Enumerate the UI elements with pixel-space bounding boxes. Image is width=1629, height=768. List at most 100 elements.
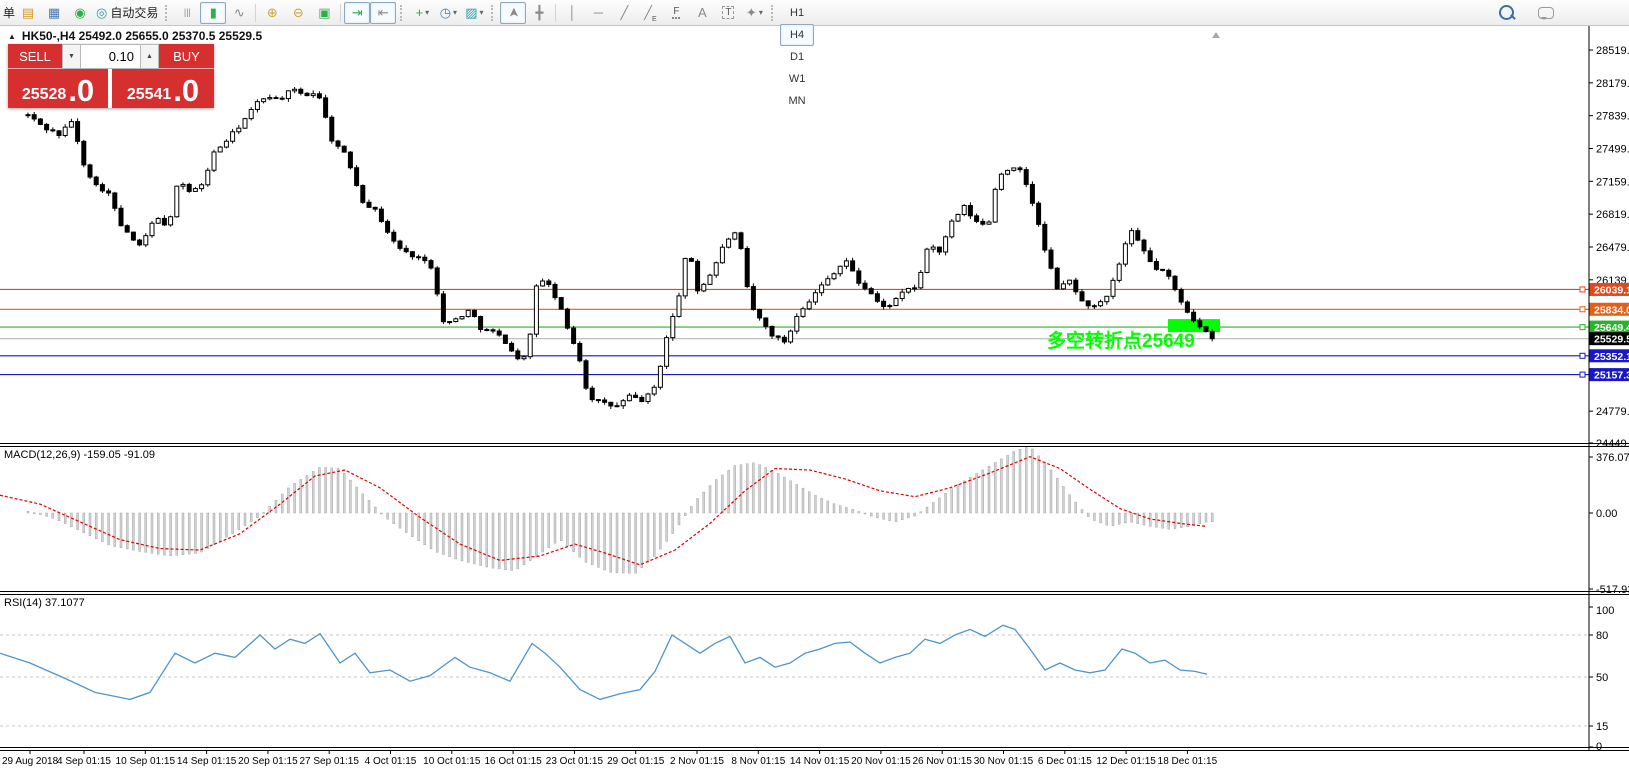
macd-tick-label: 376.07 [1596, 452, 1629, 464]
annotation-text[interactable]: 多空转折点25649 [1047, 329, 1195, 352]
cursor-icon: ➤ [507, 7, 520, 18]
time-tick-label: 26 Nov 01:15 [912, 756, 972, 767]
line-handle[interactable] [1580, 287, 1585, 292]
auto-scroll-button[interactable]: ⇥ [344, 2, 370, 24]
new-chart-button[interactable]: ▦ [41, 2, 67, 24]
text-button[interactable]: A [689, 2, 715, 24]
timeframe-D1[interactable]: D1 [780, 46, 813, 68]
volume-increase-button[interactable]: ▲ [140, 44, 159, 69]
indicators-button[interactable]: +▾ [409, 2, 435, 24]
rsi-line [0, 625, 1207, 699]
chart-shift-button[interactable]: ⇤ [370, 2, 396, 24]
channel-button[interactable]: ╱E [637, 2, 663, 24]
chat-button[interactable] [1533, 2, 1559, 24]
fibonacci-icon: F [672, 6, 680, 19]
timeframe-MN[interactable]: MN [780, 90, 813, 112]
one-click-trading-panel: SELL ▼ ▲ BUY 25528 .0 25541 .0 [8, 44, 214, 108]
vertical-line-button[interactable]: │ [559, 2, 585, 24]
timeframe-H4[interactable]: H4 [780, 24, 813, 46]
time-axis[interactable]: 29 Aug 20184 Sep 01:1510 Sep 01:1514 Sep… [2, 751, 1218, 768]
tile-windows-icon: ▣ [318, 6, 330, 19]
time-tick-label: 4 Sep 01:15 [57, 756, 111, 767]
sell-button[interactable]: SELL [8, 44, 62, 69]
price-tick-label: 27499.0 [1596, 143, 1629, 155]
time-tick-label: 27 Sep 01:15 [299, 756, 359, 767]
buy-price-button[interactable]: 25541 .0 [112, 69, 214, 108]
fibonacci-button[interactable]: F [663, 2, 689, 24]
sell-price-button[interactable]: 25528 .0 [8, 69, 108, 108]
chat-icon [1538, 7, 1554, 19]
rsi-tick-label: 100 [1596, 605, 1614, 617]
line-handle[interactable] [1580, 353, 1585, 358]
buy-price-main: 25541 [127, 85, 172, 105]
sell-price-main: 25528 [22, 85, 67, 105]
timeframe-W1[interactable]: W1 [780, 68, 813, 90]
line-handle[interactable] [1580, 325, 1585, 330]
horizontal-line-button[interactable]: ─ [585, 2, 611, 24]
line-handle[interactable] [1580, 372, 1585, 377]
volume-input[interactable] [81, 44, 140, 69]
periods-button[interactable]: ◷▾ [435, 2, 461, 24]
price-tick-label: 28519.0 [1596, 45, 1629, 57]
arrows-icon: ✦ [746, 6, 757, 19]
price-tick-label: 28179.0 [1596, 78, 1629, 90]
rsi-tick-label: 50 [1596, 672, 1608, 684]
symbol-collapse-icon[interactable]: ▲ [8, 32, 16, 41]
tile-windows-button[interactable]: ▣ [311, 2, 337, 24]
price-label-text: 25157.3 [1594, 370, 1629, 382]
zoom-in-button[interactable]: ⊕ [259, 2, 285, 24]
zoom-in-icon: ⊕ [267, 6, 278, 19]
buy-price-pip: .0 [173, 77, 199, 105]
text-label-icon: T [722, 6, 734, 19]
search-button[interactable] [1493, 2, 1519, 24]
chart-shift-icon: ⇤ [378, 6, 389, 19]
indicators-icon: + [416, 6, 424, 19]
chevron-down-icon: ▾ [453, 8, 457, 17]
text-label-button[interactable]: T [715, 2, 741, 24]
templates-button[interactable]: ▨▾ [461, 2, 487, 24]
crosshair-button[interactable]: ╋ [526, 2, 552, 24]
price-tick-label: 27159.0 [1596, 176, 1629, 188]
volume-decrease-button[interactable]: ▼ [62, 44, 81, 69]
line-chart-button[interactable]: ∿ [226, 2, 252, 24]
templates-icon: ▨ [465, 6, 477, 19]
bar-chart-button[interactable]: ||| [174, 2, 200, 24]
symbol-ohlc-text: HK50-,H4 25492.0 25655.0 25370.5 25529.5 [22, 29, 262, 43]
chevron-down-icon: ▾ [480, 8, 484, 17]
toolbar-right-icons [1493, 2, 1559, 24]
search-icon [1499, 5, 1514, 20]
time-tick-label: 10 Sep 01:15 [116, 756, 176, 767]
rsi-pane [0, 625, 1589, 726]
price-tick-label: 26819.0 [1596, 209, 1629, 221]
arrows-button[interactable]: ✦▾ [741, 2, 767, 24]
price-axis[interactable]: 28519.0 28179.0 27839.0 27499.0 27159.0 26819… [1589, 26, 1629, 753]
timeframe-H1[interactable]: H1 [780, 2, 813, 24]
timeframe-group: M1M5M15M30H1H4D1W1MN [780, 0, 813, 112]
cursor-button[interactable]: ➤ [500, 2, 526, 24]
chart-header: ▲ HK50-,H4 25492.0 25655.0 25370.5 25529… [8, 29, 262, 43]
toolbar-separator [340, 4, 341, 22]
candlestick-chart-button[interactable]: ▮ [200, 2, 226, 24]
time-tick-label: 20 Nov 01:15 [851, 756, 911, 767]
time-tick-label: 8 Nov 01:15 [731, 756, 785, 767]
new-order-button[interactable]: ▤ [15, 2, 41, 24]
trendline-button[interactable]: ╱ [611, 2, 637, 24]
trading-terminal-window: 多空转折点25649MACD(12,26,9) -159.05 -91.09RS… [0, 0, 1629, 768]
buy-button[interactable]: BUY [159, 44, 214, 69]
main-toolbar: 单 ▤ ▦ ◉ ◎ 自动交易 ||| ▮ ∿ ⊕ ⊖ ▣ ⇥ ⇤ +▾ ◷▾ ▨… [0, 0, 1629, 26]
auto-trading-button[interactable]: ◎ 自动交易 [93, 2, 161, 24]
candlestick-icon: ▮ [210, 6, 217, 19]
spin-down-icon: ▼ [68, 53, 75, 60]
signals-button[interactable]: ◉ [67, 2, 93, 24]
time-tick-label: 18 Dec 01:15 [1158, 756, 1218, 767]
chart-shift-marker[interactable] [1212, 32, 1220, 38]
auto-trading-label: 自动交易 [110, 4, 158, 21]
price-tick-label: 27839.0 [1596, 111, 1629, 123]
channel-sub-label: E [652, 16, 657, 23]
time-tick-label: 4 Oct 01:15 [365, 756, 417, 767]
vertical-line-icon: │ [568, 6, 576, 19]
zoom-out-button[interactable]: ⊖ [285, 2, 311, 24]
chart-canvas[interactable]: 多空转折点25649MACD(12,26,9) -159.05 -91.09RS… [0, 0, 1629, 768]
line-handle[interactable] [1580, 307, 1585, 312]
text-icon: A [698, 6, 707, 19]
